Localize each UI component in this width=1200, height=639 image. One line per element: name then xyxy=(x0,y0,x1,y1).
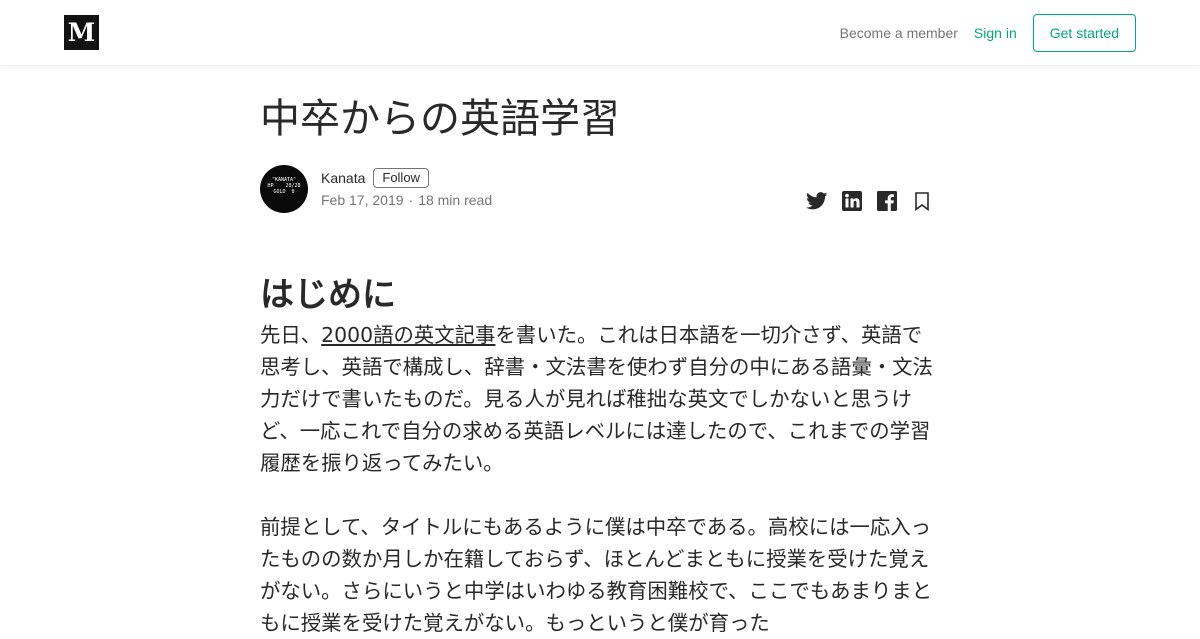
byline: "KANATA" HP 20/20 GOLD 0 Kanata Follow F… xyxy=(260,165,940,213)
share-bar xyxy=(794,189,934,213)
meta-separator: · xyxy=(408,192,414,208)
linkedin-icon[interactable] xyxy=(840,189,864,213)
post-meta: Feb 17, 2019 · 18 min read xyxy=(321,192,492,208)
paragraph-text: 先日、 xyxy=(260,323,322,347)
paragraph: 先日、2000語の英文記事を書いた。これは日本語を一切介さず、英語で思考し、英語… xyxy=(260,319,940,479)
follow-button[interactable]: Follow xyxy=(373,168,429,188)
author-avatar[interactable]: "KANATA" HP 20/20 GOLD 0 xyxy=(260,165,308,213)
get-started-button[interactable]: Get started xyxy=(1032,14,1136,52)
author-name[interactable]: Kanata xyxy=(321,170,365,186)
avatar-text-line: GOLD 0 xyxy=(273,189,295,195)
bookmark-icon[interactable] xyxy=(910,189,934,213)
paragraph: 前提として、タイトルにもあるように僕は中卒である。高校には一応入ったものの数か月… xyxy=(260,515,933,635)
section-heading: はじめに xyxy=(260,275,396,315)
author-info: Kanata Follow Feb 17, 2019 · 18 min read xyxy=(321,167,492,208)
top-navigation-bar: M Become a member Sign in Get started xyxy=(0,0,1200,65)
article-link[interactable]: 2000語の英文記事 xyxy=(321,323,495,347)
medium-logo[interactable]: M xyxy=(64,15,99,50)
sign-in-link[interactable]: Sign in xyxy=(974,25,1017,41)
publish-date[interactable]: Feb 17, 2019 xyxy=(321,192,404,208)
facebook-icon[interactable] xyxy=(875,189,899,213)
article-title: 中卒からの英語学習 xyxy=(260,96,620,142)
become-member-link[interactable]: Become a member xyxy=(840,25,958,41)
read-time: 18 min read xyxy=(418,192,493,208)
article: 中卒からの英語学習 "KANATA" HP 20/20 GOLD 0 Kanat… xyxy=(260,92,940,639)
twitter-icon[interactable] xyxy=(805,189,829,213)
author-row: Kanata Follow xyxy=(321,167,492,189)
nav-actions: Become a member Sign in Get started xyxy=(840,14,1136,52)
